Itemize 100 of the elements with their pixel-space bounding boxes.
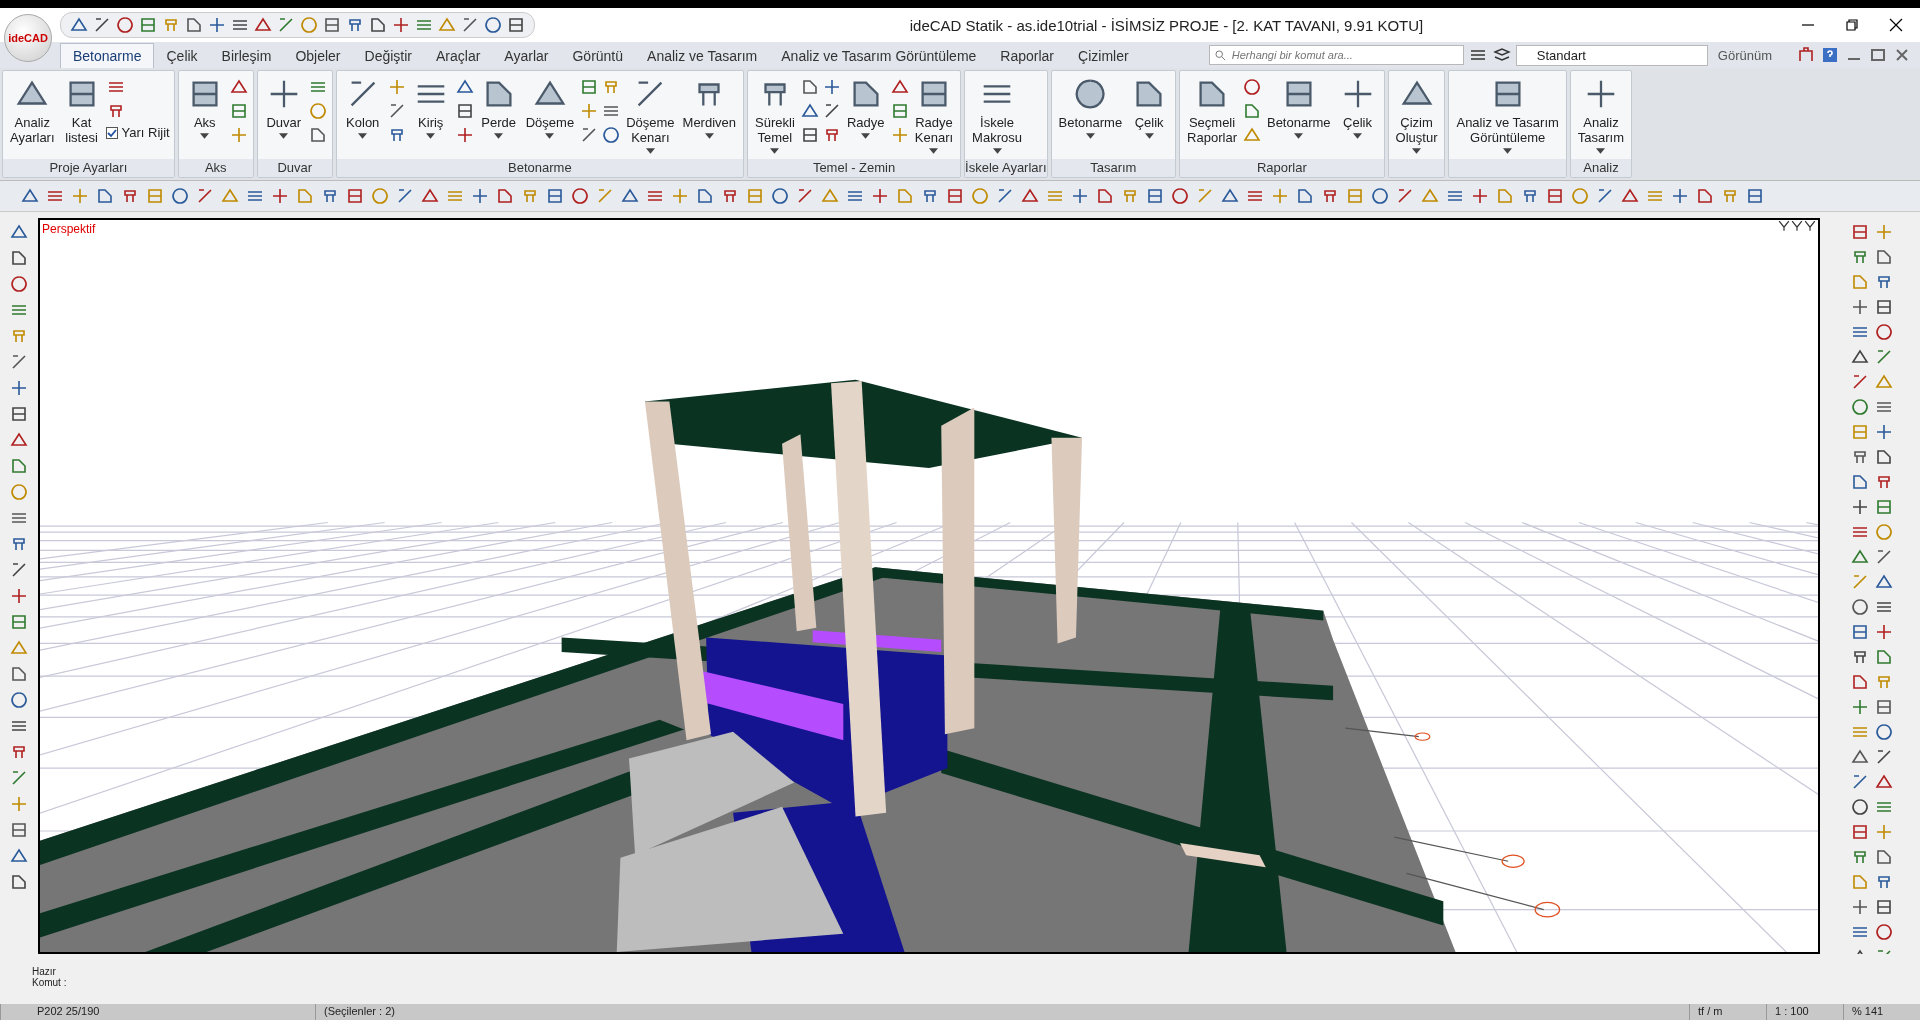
caret-icon[interactable] [992,148,1002,154]
toolbar-icon[interactable] [1850,497,1870,517]
toolbar-icon[interactable] [391,15,411,35]
ribbon-button[interactable]: Analiz ve Tasarım Görüntüleme [1453,73,1562,157]
toolbar-icon[interactable] [1874,922,1894,942]
ribbon-button[interactable]: Betonarme [1055,73,1126,157]
caret-icon[interactable] [426,133,436,139]
toolbar-icon[interactable] [1874,247,1894,267]
ribbon-button[interactable]: Çelik [1335,73,1380,157]
ribbon-tab[interactable]: Objeler [283,44,353,68]
toolbar-icon[interactable] [9,404,29,424]
toolbar-icon[interactable] [570,186,590,206]
ribbon-button[interactable]: Kolon [340,73,385,157]
view-axis-icon[interactable] [1791,220,1803,232]
ribbon-tab[interactable]: Değiştir [352,44,424,68]
ribbon-button[interactable]: Merdiven [679,73,740,157]
toolbar-icon[interactable] [9,690,29,710]
ribbon-button[interactable]: Kiriş [408,73,453,157]
toolbar-icon[interactable] [322,15,342,35]
toolbar-icon[interactable] [945,186,965,206]
toolbar-icon[interactable] [115,15,135,35]
ribbon-tab[interactable]: Ayarlar [492,44,561,68]
caret-icon[interactable] [1294,133,1304,139]
ribbon-button[interactable]: Betonarme [1263,73,1334,157]
toolbar-icon[interactable] [9,872,29,892]
tool-icon[interactable] [1241,77,1262,97]
toolbar-icon[interactable] [1850,897,1870,917]
toolbar-icon[interactable] [345,186,365,206]
toolbar-icon[interactable] [207,15,227,35]
ribbon-tab[interactable]: Analiz ve Tasarım [635,44,770,68]
caret-icon[interactable] [770,148,780,154]
layer-dropdown[interactable]: Standart [1515,44,1708,66]
toolbar-icon[interactable] [9,820,29,840]
caret-icon[interactable] [1144,133,1154,139]
ribbon-button[interactable]: Döşeme Kenarı [623,73,678,157]
caret-icon[interactable] [200,133,210,139]
toolbar-icon[interactable] [1850,797,1870,817]
caret-icon[interactable] [1085,133,1095,139]
ribbon-button[interactable]: Kat listesi [59,73,104,157]
ribbon-tab[interactable]: Araçlar [424,44,493,68]
toolbar-icon[interactable] [1850,472,1870,492]
toolbar-icon[interactable] [1095,186,1115,206]
toolbar-icon[interactable] [506,15,526,35]
toolbar-icon[interactable] [1874,422,1894,442]
toolbar-icon[interactable] [9,456,29,476]
caret-icon[interactable] [545,133,555,139]
toolbar-icon[interactable] [1874,447,1894,467]
ribbon-button[interactable]: Aks [182,73,227,157]
checkbox[interactable] [105,126,118,139]
toolbar-icon[interactable] [1470,186,1490,206]
caret-icon[interactable] [1412,148,1421,154]
toolbar-icon[interactable] [1874,647,1894,667]
ribbon-tab[interactable]: Betonarme [60,43,155,68]
toolbar-icon[interactable] [1850,672,1870,692]
tool-icon[interactable] [601,125,622,145]
toolbar-icon[interactable] [368,15,388,35]
caret-icon[interactable] [1353,133,1363,139]
toolbar-icon[interactable] [1370,186,1390,206]
toolbar-icon[interactable] [1874,897,1894,917]
toolbar-icon[interactable] [1145,186,1165,206]
toolbar-icon[interactable] [1874,622,1894,642]
ribbon-tab[interactable]: Görüntü [560,44,636,68]
toolbar-icon[interactable] [1545,186,1565,206]
toolbar-icon[interactable] [1745,186,1765,206]
toolbar-icon[interactable] [1850,297,1870,317]
toolbar-icon[interactable] [9,274,29,294]
toolbar-icon[interactable] [1874,297,1894,317]
ribbon-button[interactable]: Perde [476,73,521,157]
ribbon-button[interactable]: İskele Makrosu [969,73,1025,157]
toolbar-icon[interactable] [1874,722,1894,742]
toolbar-icon[interactable] [1695,186,1715,206]
ribbon-button[interactable]: Seçmeli Raporlar [1184,73,1240,157]
ribbon-button[interactable]: Radye [843,73,888,157]
toolbar-icon[interactable] [1850,222,1870,242]
search-field[interactable]: Herhangi bir komut ara... [1208,45,1464,65]
view-axis-icon[interactable] [1804,220,1816,232]
ribbon-tab[interactable]: Çelik [154,44,210,68]
toolbar-icon[interactable] [184,15,204,35]
app-logo[interactable]: ideCAD [4,14,52,62]
toolbar-icon[interactable] [545,186,565,206]
help-icon[interactable] [1820,45,1840,65]
toolbar-icon[interactable] [1295,186,1315,206]
ribbon-tab[interactable]: Çizimler [1066,44,1141,68]
ribbon-button[interactable]: Çizim Oluştur [1392,73,1441,157]
toolbar-icon[interactable] [1850,597,1870,617]
caret-icon[interactable] [929,148,939,154]
toolbar-icon[interactable] [1850,822,1870,842]
toolbar-icon[interactable] [9,248,29,268]
view-menu[interactable]: Görünüm [1711,47,1792,63]
toolbar-icon[interactable] [1850,622,1870,642]
caret-icon[interactable] [1503,148,1513,154]
toolbar-icon[interactable] [1874,322,1894,342]
ribbon-tab[interactable]: Raporlar [988,44,1067,68]
ribbon-button[interactable]: Sürekli Temel [752,73,798,157]
toolbar-icon[interactable] [270,186,290,206]
caret-icon[interactable] [704,133,714,139]
view-axis-icon[interactable] [1778,220,1790,232]
toolbar-icon[interactable] [870,186,890,206]
toolbar-icon[interactable] [1874,697,1894,717]
ribbon-button[interactable]: Duvar [261,73,306,157]
